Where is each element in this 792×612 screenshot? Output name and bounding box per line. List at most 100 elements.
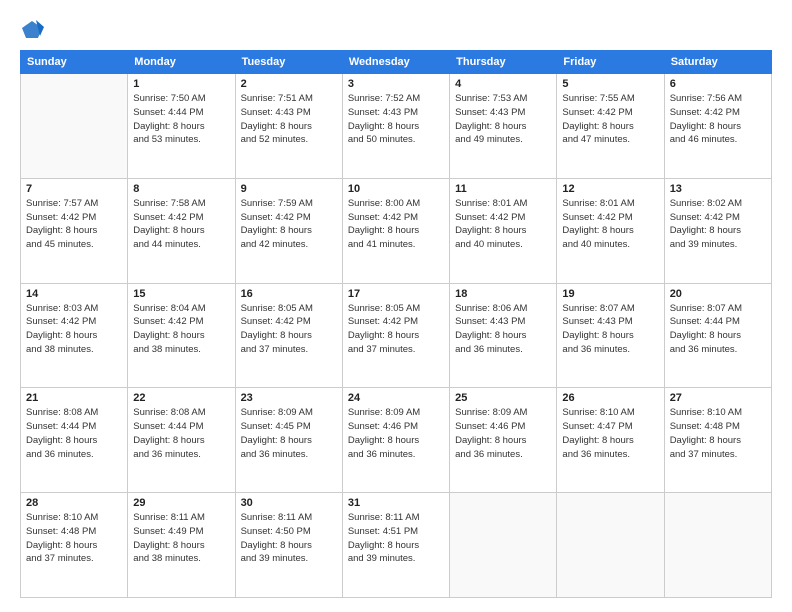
logo (20, 18, 44, 40)
day-info: Sunrise: 7:58 AM Sunset: 4:42 PM Dayligh… (133, 197, 229, 252)
calendar-cell: 7 Sunrise: 7:57 AM Sunset: 4:42 PM Daylig… (21, 178, 128, 283)
day-of-week-header: Friday (557, 51, 664, 74)
calendar-cell: 16 Sunrise: 8:05 AM Sunset: 4:42 PM Dayli… (235, 283, 342, 388)
day-of-week-header: Thursday (450, 51, 557, 74)
calendar-week-row: 28 Sunrise: 8:10 AM Sunset: 4:48 PM Dayli… (21, 493, 772, 598)
day-info: Sunrise: 8:01 AM Sunset: 4:42 PM Dayligh… (562, 197, 658, 252)
day-of-week-header: Sunday (21, 51, 128, 74)
day-info: Sunrise: 8:00 AM Sunset: 4:42 PM Dayligh… (348, 197, 444, 252)
day-number: 22 (133, 392, 229, 404)
day-info: Sunrise: 8:01 AM Sunset: 4:42 PM Dayligh… (455, 197, 551, 252)
day-number: 11 (455, 183, 551, 195)
calendar-cell: 1 Sunrise: 7:50 AM Sunset: 4:44 PM Daylig… (128, 74, 235, 179)
day-number: 4 (455, 78, 551, 90)
day-number: 1 (133, 78, 229, 90)
day-number: 23 (241, 392, 337, 404)
calendar-cell: 5 Sunrise: 7:55 AM Sunset: 4:42 PM Daylig… (557, 74, 664, 179)
calendar-cell: 31 Sunrise: 8:11 AM Sunset: 4:51 PM Dayli… (342, 493, 449, 598)
day-number: 8 (133, 183, 229, 195)
day-info: Sunrise: 7:56 AM Sunset: 4:42 PM Dayligh… (670, 92, 766, 147)
day-number: 25 (455, 392, 551, 404)
calendar-cell: 24 Sunrise: 8:09 AM Sunset: 4:46 PM Dayli… (342, 388, 449, 493)
day-info: Sunrise: 8:11 AM Sunset: 4:49 PM Dayligh… (133, 511, 229, 566)
day-info: Sunrise: 8:09 AM Sunset: 4:45 PM Dayligh… (241, 406, 337, 461)
day-info: Sunrise: 7:55 AM Sunset: 4:42 PM Dayligh… (562, 92, 658, 147)
day-number: 17 (348, 288, 444, 300)
calendar-cell: 18 Sunrise: 8:06 AM Sunset: 4:43 PM Dayli… (450, 283, 557, 388)
day-number: 28 (26, 497, 122, 509)
calendar-cell: 30 Sunrise: 8:11 AM Sunset: 4:50 PM Dayli… (235, 493, 342, 598)
calendar-cell: 2Sunrise: 7:51 AM Sunset: 4:43 PM Daylig… (235, 74, 342, 179)
calendar-header: SundayMondayTuesdayWednesdayThursdayFrid… (21, 51, 772, 74)
calendar-cell: 10 Sunrise: 8:00 AM Sunset: 4:42 PM Dayli… (342, 178, 449, 283)
day-number: 26 (562, 392, 658, 404)
day-number: 3 (348, 78, 444, 90)
day-info: Sunrise: 8:04 AM Sunset: 4:42 PM Dayligh… (133, 302, 229, 357)
day-number: 20 (670, 288, 766, 300)
day-of-week-header: Tuesday (235, 51, 342, 74)
calendar-cell: 26 Sunrise: 8:10 AM Sunset: 4:47 PM Dayli… (557, 388, 664, 493)
day-number: 10 (348, 183, 444, 195)
day-info: Sunrise: 8:06 AM Sunset: 4:43 PM Dayligh… (455, 302, 551, 357)
day-info: Sunrise: 8:05 AM Sunset: 4:42 PM Dayligh… (241, 302, 337, 357)
day-info: Sunrise: 8:10 AM Sunset: 4:48 PM Dayligh… (26, 511, 122, 566)
day-info: Sunrise: 8:08 AM Sunset: 4:44 PM Dayligh… (26, 406, 122, 461)
day-number: 19 (562, 288, 658, 300)
day-info: Sunrise: 8:11 AM Sunset: 4:50 PM Dayligh… (241, 511, 337, 566)
day-number: 24 (348, 392, 444, 404)
day-number: 27 (670, 392, 766, 404)
day-info: Sunrise: 7:51 AM Sunset: 4:43 PM Dayligh… (241, 92, 337, 147)
day-info: Sunrise: 8:07 AM Sunset: 4:44 PM Dayligh… (670, 302, 766, 357)
header-row: SundayMondayTuesdayWednesdayThursdayFrid… (21, 51, 772, 74)
calendar-cell: 6 Sunrise: 7:56 AM Sunset: 4:42 PM Daylig… (664, 74, 771, 179)
day-info: Sunrise: 8:03 AM Sunset: 4:42 PM Dayligh… (26, 302, 122, 357)
day-number: 14 (26, 288, 122, 300)
day-number: 30 (241, 497, 337, 509)
calendar-week-row: 7 Sunrise: 7:57 AM Sunset: 4:42 PM Daylig… (21, 178, 772, 283)
calendar-cell: 13Sunrise: 8:02 AM Sunset: 4:42 PM Dayli… (664, 178, 771, 283)
day-info: Sunrise: 8:07 AM Sunset: 4:43 PM Dayligh… (562, 302, 658, 357)
header (20, 18, 772, 40)
calendar-week-row: 1 Sunrise: 7:50 AM Sunset: 4:44 PM Daylig… (21, 74, 772, 179)
day-number: 16 (241, 288, 337, 300)
calendar-cell (450, 493, 557, 598)
calendar-cell: 14 Sunrise: 8:03 AM Sunset: 4:42 PM Dayli… (21, 283, 128, 388)
calendar-cell: 9Sunrise: 7:59 AM Sunset: 4:42 PM Daylig… (235, 178, 342, 283)
calendar-cell: 20 Sunrise: 8:07 AM Sunset: 4:44 PM Dayli… (664, 283, 771, 388)
day-info: Sunrise: 8:09 AM Sunset: 4:46 PM Dayligh… (348, 406, 444, 461)
day-number: 7 (26, 183, 122, 195)
calendar-cell: 3Sunrise: 7:52 AM Sunset: 4:43 PM Daylig… (342, 74, 449, 179)
day-number: 21 (26, 392, 122, 404)
day-info: Sunrise: 7:57 AM Sunset: 4:42 PM Dayligh… (26, 197, 122, 252)
calendar-cell: 17 Sunrise: 8:05 AM Sunset: 4:42 PM Dayli… (342, 283, 449, 388)
calendar-cell: 11 Sunrise: 8:01 AM Sunset: 4:42 PM Dayli… (450, 178, 557, 283)
day-number: 31 (348, 497, 444, 509)
day-info: Sunrise: 8:10 AM Sunset: 4:47 PM Dayligh… (562, 406, 658, 461)
calendar-cell: 8 Sunrise: 7:58 AM Sunset: 4:42 PM Daylig… (128, 178, 235, 283)
day-number: 5 (562, 78, 658, 90)
calendar-cell (21, 74, 128, 179)
calendar-cell: 12Sunrise: 8:01 AM Sunset: 4:42 PM Dayli… (557, 178, 664, 283)
day-of-week-header: Monday (128, 51, 235, 74)
day-number: 15 (133, 288, 229, 300)
day-info: Sunrise: 7:50 AM Sunset: 4:44 PM Dayligh… (133, 92, 229, 147)
day-number: 29 (133, 497, 229, 509)
day-number: 18 (455, 288, 551, 300)
calendar-body: 1 Sunrise: 7:50 AM Sunset: 4:44 PM Daylig… (21, 74, 772, 598)
day-info: Sunrise: 8:08 AM Sunset: 4:44 PM Dayligh… (133, 406, 229, 461)
logo-icon (22, 18, 44, 40)
day-info: Sunrise: 8:05 AM Sunset: 4:42 PM Dayligh… (348, 302, 444, 357)
day-info: Sunrise: 8:11 AM Sunset: 4:51 PM Dayligh… (348, 511, 444, 566)
day-of-week-header: Saturday (664, 51, 771, 74)
calendar-cell: 28 Sunrise: 8:10 AM Sunset: 4:48 PM Dayli… (21, 493, 128, 598)
calendar-cell: 23 Sunrise: 8:09 AM Sunset: 4:45 PM Dayli… (235, 388, 342, 493)
calendar-cell: 19 Sunrise: 8:07 AM Sunset: 4:43 PM Dayli… (557, 283, 664, 388)
day-number: 6 (670, 78, 766, 90)
day-info: Sunrise: 8:09 AM Sunset: 4:46 PM Dayligh… (455, 406, 551, 461)
calendar-cell (557, 493, 664, 598)
calendar-cell: 25 Sunrise: 8:09 AM Sunset: 4:46 PM Dayli… (450, 388, 557, 493)
calendar-cell: 29 Sunrise: 8:11 AM Sunset: 4:49 PM Dayli… (128, 493, 235, 598)
logo-text (20, 18, 44, 40)
day-info: Sunrise: 7:53 AM Sunset: 4:43 PM Dayligh… (455, 92, 551, 147)
page: SundayMondayTuesdayWednesdayThursdayFrid… (0, 0, 792, 612)
